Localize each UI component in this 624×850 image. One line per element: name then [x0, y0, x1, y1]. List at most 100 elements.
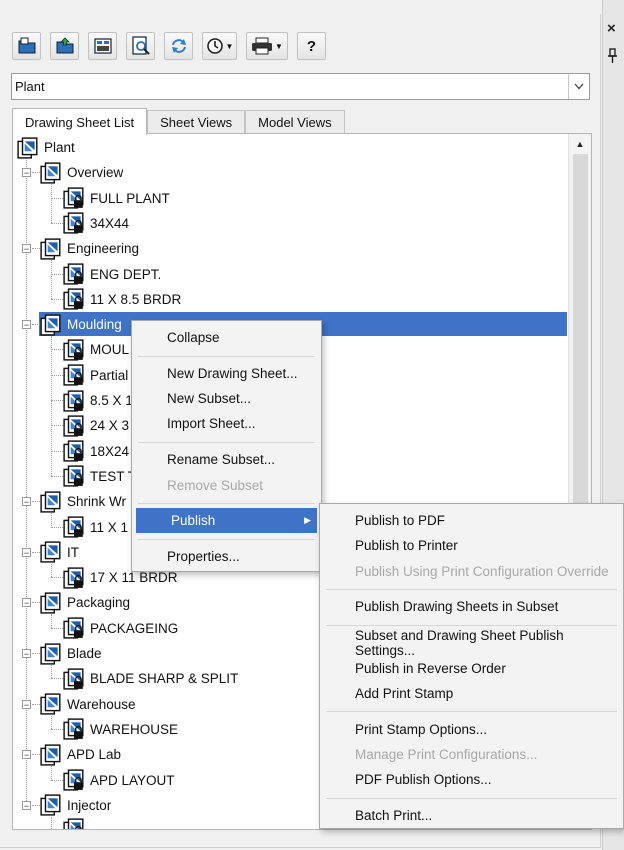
menu-separator: [326, 624, 617, 626]
sheet-row[interactable]: 18X24: [63, 439, 129, 464]
menu-item-publish-in-reverse-order[interactable]: Publish in Reverse Order: [320, 656, 623, 681]
sheet-row[interactable]: 11 X 1: [63, 515, 128, 540]
subset-row[interactable]: Overview: [40, 160, 123, 185]
subset-row[interactable]: Packaging: [40, 590, 130, 615]
tree-connector: [51, 425, 63, 427]
history-button[interactable]: ▼: [202, 32, 237, 60]
sheet-list-table-button[interactable]: [88, 32, 117, 60]
scroll-up-icon[interactable]: ▲: [569, 134, 591, 154]
menu-item-batch-print[interactable]: Batch Print...: [320, 803, 623, 828]
subset-row[interactable]: APD Lab: [40, 742, 121, 767]
refresh-button[interactable]: [164, 32, 193, 60]
tree-connector: [32, 804, 40, 806]
tree-connector: [51, 374, 63, 376]
sheet-row[interactable]: 8.5 X 1: [63, 388, 133, 413]
subset-label: APD Lab: [67, 747, 122, 763]
sheet-row[interactable]: PACKAGEING: [63, 616, 178, 641]
menu-item-import-sheet[interactable]: Import Sheet...: [132, 411, 321, 436]
tree-root[interactable]: Plant: [17, 135, 75, 160]
preview-icon: [131, 36, 151, 56]
dropdown-arrow-icon[interactable]: ▼: [226, 42, 234, 51]
sheet-row[interactable]: BLADE SHARP & SPLIT: [63, 666, 238, 691]
sheet-label: MOUL: [90, 342, 130, 358]
sheet-row[interactable]: TEST T: [63, 464, 136, 489]
expand-collapse-toggle[interactable]: −: [22, 547, 31, 557]
subset-row[interactable]: Blade: [40, 641, 102, 666]
expand-collapse-toggle[interactable]: −: [22, 168, 31, 178]
subset-row[interactable]: Engineering: [40, 236, 139, 261]
tab-sheet-views[interactable]: Sheet Views: [147, 110, 246, 134]
publish-submenu: Publish to PDF Publish to Printer Publish …: [319, 503, 624, 829]
expand-collapse-toggle[interactable]: −: [22, 320, 31, 330]
tab-drawing-sheet-list[interactable]: Drawing Sheet List: [12, 108, 148, 135]
locked-sheet-icon: [63, 187, 85, 209]
close-icon[interactable]: ×: [607, 20, 616, 37]
menu-item-properties[interactable]: Properties...: [132, 544, 321, 569]
sheet-row[interactable]: WAREHOUSE: [63, 717, 178, 742]
chevron-down-icon[interactable]: [568, 74, 589, 99]
new-sheet-set-icon: [17, 37, 37, 55]
sheet-row[interactable]: 24 X 3: [63, 413, 129, 438]
menu-item-print-stamp-options[interactable]: Print Stamp Options...: [320, 717, 623, 742]
menu-item-pdf-publish-options[interactable]: PDF Publish Options...: [320, 767, 623, 792]
tree-connector: [32, 754, 40, 756]
menu-item-new-subset[interactable]: New Subset...: [132, 386, 321, 411]
expand-collapse-toggle[interactable]: −: [22, 497, 31, 507]
expand-collapse-toggle[interactable]: −: [22, 598, 31, 608]
locked-sheet-icon: [63, 339, 85, 361]
expand-collapse-toggle[interactable]: −: [22, 244, 31, 254]
menu-item-new-drawing-sheet[interactable]: New Drawing Sheet...: [132, 361, 321, 386]
subset-label: Blade: [67, 646, 102, 661]
sheet-row[interactable]: MOUL: [63, 337, 129, 362]
subset-icon: [40, 744, 62, 766]
tree-connector: [51, 627, 63, 629]
tree-connector: [51, 513, 52, 527]
menu-item-collapse[interactable]: Collapse: [132, 325, 321, 350]
sheet-row[interactable]: 34X44: [63, 211, 129, 236]
menu-item-rename-subset[interactable]: Rename Subset...: [132, 447, 321, 472]
open-sheet-set-button[interactable]: [50, 32, 79, 60]
subset-row[interactable]: Warehouse: [40, 692, 136, 717]
printer-button[interactable]: ▼: [246, 32, 288, 60]
sheet-set-combo[interactable]: Plant: [11, 73, 590, 100]
subset-row[interactable]: Shrink Wr: [40, 489, 126, 514]
help-button[interactable]: ?: [297, 32, 326, 60]
sheet-row[interactable]: Partial: [63, 363, 128, 388]
tree-connector: [51, 450, 63, 452]
sheet-row[interactable]: 11 X 8.5 BRDR: [63, 287, 181, 312]
subset-row[interactable]: Injector: [40, 793, 111, 818]
pin-icon[interactable]: [607, 48, 618, 67]
context-menu: Collapse New Drawing Sheet... New Subset..…: [131, 320, 322, 572]
preview-button[interactable]: [126, 32, 155, 60]
expand-collapse-toggle[interactable]: −: [22, 750, 31, 760]
menu-item-publish[interactable]: Publish ▶: [136, 508, 317, 534]
sheet-label: BLADE SHARP & SPLIT: [90, 671, 239, 687]
expand-collapse-toggle[interactable]: −: [22, 649, 31, 659]
subset-row[interactable]: Moulding: [40, 312, 122, 337]
tab-strip: Drawing Sheet List Sheet Views Model Vie…: [12, 108, 345, 135]
tab-model-views[interactable]: Model Views: [245, 110, 345, 134]
partial-sheet-icon: [63, 818, 85, 829]
sheet-row[interactable]: APD LAYOUT: [63, 768, 175, 793]
expand-collapse-toggle[interactable]: −: [22, 699, 31, 709]
menu-separator: [138, 503, 315, 505]
sheet-label: ENG DEPT.: [90, 266, 162, 282]
dropdown-arrow-icon[interactable]: ▼: [275, 42, 283, 51]
tree-root-label: Plant: [44, 140, 75, 155]
subset-label: Moulding: [67, 317, 122, 333]
menu-item-publish-drawing-sheets-in-subset[interactable]: Publish Drawing Sheets in Subset: [320, 594, 623, 619]
expand-collapse-toggle[interactable]: −: [22, 800, 31, 810]
menu-item-publish-to-printer[interactable]: Publish to Printer: [320, 533, 623, 558]
menu-item-subset-and-drawing-sheet-publish-settings[interactable]: Subset and Drawing Sheet Publish Setting…: [320, 628, 623, 658]
menu-item-add-print-stamp[interactable]: Add Print Stamp: [320, 681, 623, 706]
tree-connector: [51, 273, 63, 275]
sheet-label: 24 X 3: [90, 418, 130, 434]
locked-sheet-icon: [63, 668, 85, 690]
sheet-row[interactable]: ENG DEPT.: [63, 262, 161, 287]
subset-icon: [40, 238, 62, 260]
sheet-label: 18X24: [90, 443, 130, 459]
sheet-row[interactable]: FULL PLANT: [63, 186, 170, 211]
menu-item-publish-to-pdf[interactable]: Publish to PDF: [320, 508, 623, 533]
new-sheet-set-button[interactable]: [12, 32, 41, 60]
subset-row[interactable]: IT: [40, 540, 79, 565]
